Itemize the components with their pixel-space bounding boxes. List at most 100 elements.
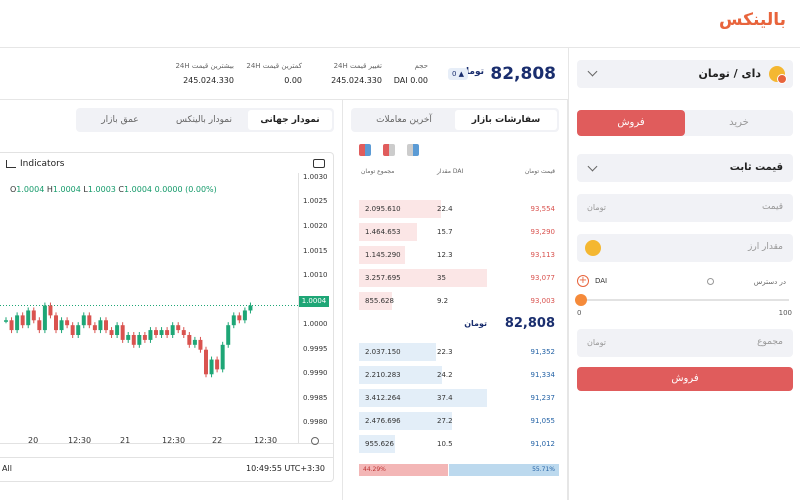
candle-body <box>92 325 97 331</box>
indicators-label: Indicators <box>20 159 65 169</box>
y-axis <box>298 173 299 443</box>
tab-market-orders[interactable]: سفارشات بازار <box>455 110 557 130</box>
buy-order-row[interactable]: 2.037.150 22.3 91,352 <box>359 343 559 361</box>
slider-max: 100 <box>778 309 792 317</box>
sell-order-total: 3.257.695 <box>365 274 401 282</box>
tab-market-depth[interactable]: عمق بازار <box>78 110 162 130</box>
sell-order-price: 93,077 <box>530 274 556 282</box>
stat-change24-label: تغییر قیمت 24H <box>333 62 382 70</box>
candle-body <box>198 339 203 350</box>
amount-placeholder: مقدار ارز <box>748 242 783 252</box>
buy-tab[interactable]: خرید <box>685 110 793 136</box>
tab-balinex-chart[interactable]: نمودار بالینکس <box>162 110 246 130</box>
candle-body <box>170 325 175 335</box>
sell-submit-button[interactable]: فروش <box>577 367 793 391</box>
buy-order-price: 91,055 <box>530 417 556 425</box>
candle-body <box>37 320 42 331</box>
buy-order-price: 91,352 <box>530 348 556 356</box>
y-tick-label: 1.0015 <box>303 246 328 255</box>
order-form-panel: دای / تومان فروش خرید قیمت ثابت قیمت توم… <box>568 48 800 500</box>
top-bar: بالینکس <box>0 0 800 48</box>
settings-gear-icon[interactable] <box>311 437 319 445</box>
buy-order-amount: 24.2 <box>437 371 453 379</box>
sell-order-amount: 9.2 <box>437 297 449 305</box>
view-buys-icon[interactable] <box>407 144 419 156</box>
amount-slider-track[interactable] <box>581 299 789 301</box>
sell-order-price: 93,003 <box>530 297 556 305</box>
candle-body <box>209 359 214 375</box>
price-change-badge: ▲ 0 <box>448 68 468 80</box>
y-tick-label: 1.0030 <box>303 172 328 181</box>
amount-input[interactable]: مقدار ارز <box>577 234 793 262</box>
price-chart[interactable]: Indicators O1.0004 H1.0004 L1.0003 C1.00… <box>0 152 334 482</box>
buy-order-amount: 22.3 <box>437 348 453 356</box>
candle-body <box>42 305 47 331</box>
candle-body <box>181 330 186 335</box>
candle-body <box>231 315 236 326</box>
buy-order-row[interactable]: 955.626 10.5 91,012 <box>359 435 559 453</box>
sell-order-row[interactable]: 3.257.695 35 93,077 <box>359 269 559 287</box>
buy-order-row[interactable]: 3.412.264 37.4 91,237 <box>359 389 559 407</box>
tab-last-trades[interactable]: آخرین معاملات <box>353 110 455 130</box>
candle-body <box>248 305 253 311</box>
stat-volume: حجم 0.00 DAI <box>394 62 428 85</box>
stat-high: بیشترین قیمت 24H 245.024.330 <box>175 62 234 85</box>
deposit-plus-icon[interactable]: + <box>577 275 589 287</box>
logo[interactable]: بالینکس <box>719 10 786 30</box>
sell-order-amount: 15.7 <box>437 228 453 236</box>
candle-body <box>237 315 242 321</box>
sell-order-price: 93,554 <box>530 205 556 213</box>
price-input[interactable]: قیمت تومان <box>577 194 793 222</box>
buy-order-total: 2.037.150 <box>365 348 401 356</box>
candle-body <box>81 315 86 326</box>
candle-body <box>104 320 108 331</box>
amount-slider-handle[interactable] <box>575 294 587 306</box>
total-input[interactable]: مجموع تومان <box>577 329 793 357</box>
sell-order-row[interactable]: 1.464.653 15.7 93,290 <box>359 223 559 241</box>
range-all-button[interactable]: All <box>2 464 12 473</box>
sell-order-row[interactable]: 1.145.290 12.3 93,113 <box>359 246 559 264</box>
book-mid-currency: تومان <box>464 319 487 328</box>
camera-icon[interactable] <box>313 159 325 168</box>
candle-body <box>126 335 131 340</box>
sell-order-row[interactable]: 2.095.610 22.4 93,554 <box>359 200 559 218</box>
buy-sell-ratio: 44.29% 55.71% <box>359 464 559 476</box>
price-change-value: 0 <box>451 70 457 78</box>
buy-order-amount: 27.2 <box>437 417 453 425</box>
buy-order-row[interactable]: 2.210.283 24.2 91,334 <box>359 366 559 384</box>
header-price-currency: تومان <box>524 168 540 175</box>
candle-body <box>15 315 20 331</box>
stat-high-value: 245.024.330 <box>183 76 234 85</box>
buy-order-price: 91,012 <box>530 440 556 448</box>
x-tick-label: 21 <box>120 436 131 445</box>
candle-body <box>159 330 164 335</box>
order-type-label: قیمت ثابت <box>729 162 783 173</box>
view-both-icon[interactable] <box>359 144 371 156</box>
slider-min: 0 <box>577 309 582 317</box>
stat-low-label: کمترین قیمت 24H <box>246 62 302 70</box>
candle-body <box>20 315 25 326</box>
pair-selector[interactable]: دای / تومان <box>577 60 793 88</box>
sell-tab[interactable]: فروش <box>577 110 685 136</box>
sell-order-row[interactable]: 855.628 9.2 93,003 <box>359 292 559 310</box>
candlestick-series <box>0 302 298 378</box>
sell-order-amount: 22.4 <box>437 205 453 213</box>
current-price-tag: 1.0004 <box>299 296 329 307</box>
sell-ratio-bar: 44.29% <box>359 464 448 476</box>
sell-order-total: 855.628 <box>365 297 394 305</box>
order-type-select[interactable]: قیمت ثابت <box>577 154 793 182</box>
header-total: مجموع تومان <box>361 168 394 175</box>
header-price: قیمت تومان <box>525 168 555 175</box>
sell-order-amount: 12.3 <box>437 251 453 259</box>
tab-global-chart[interactable]: نمودار جهانی <box>248 110 332 130</box>
view-sells-icon[interactable] <box>383 144 395 156</box>
y-tick-label: 0.9985 <box>303 393 328 402</box>
x-tick-label: 22 <box>212 436 223 445</box>
x-tick-label: 20 <box>28 436 39 445</box>
buy-order-row[interactable]: 2.476.696 27.2 91,055 <box>359 412 559 430</box>
candle-body <box>120 325 125 340</box>
candle-body <box>115 325 120 335</box>
buy-sell-toggle: فروش خرید <box>577 110 793 136</box>
candle-body <box>142 335 147 340</box>
indicators-button[interactable]: Indicators <box>6 159 64 169</box>
